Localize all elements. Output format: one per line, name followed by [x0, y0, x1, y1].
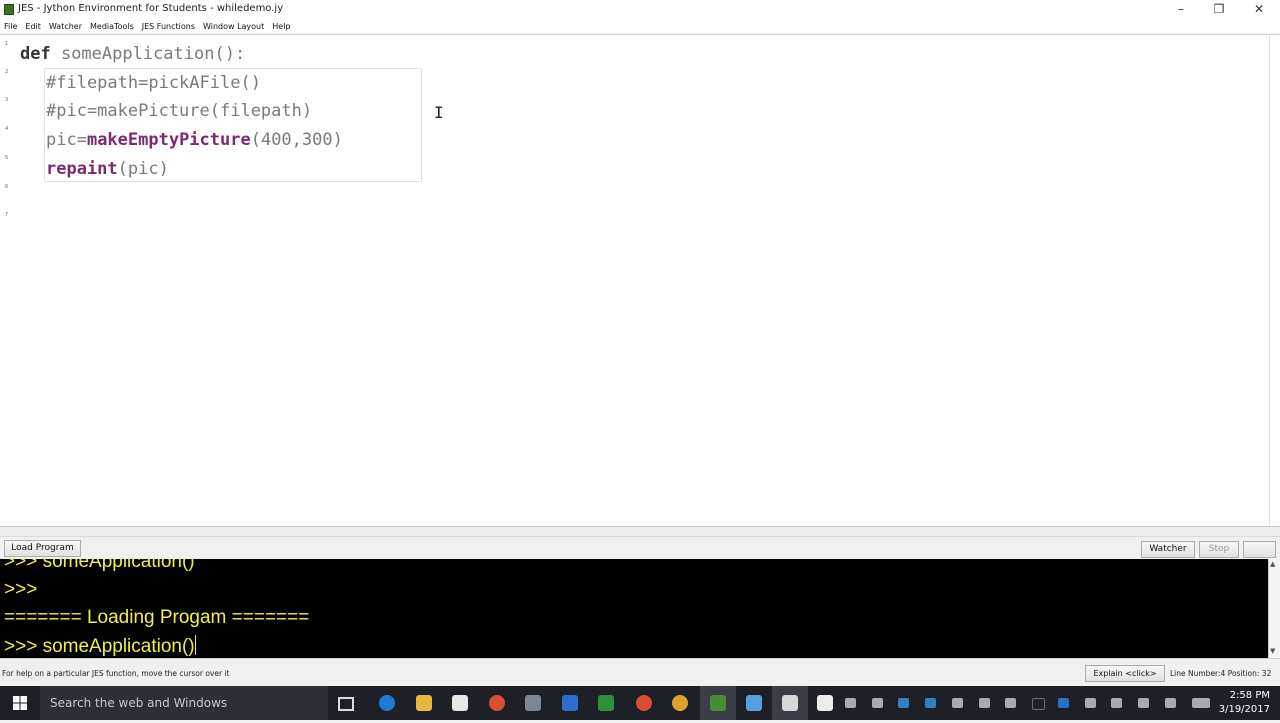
console-line: ======= Loading Progam ======= [4, 607, 310, 628]
jes-taskbar-icon[interactable] [710, 695, 726, 711]
line-number: 1 [5, 41, 9, 47]
taskbar-search-box[interactable]: Search the web and Windows [40, 686, 328, 720]
code-line-5: repaint(pic) [46, 159, 169, 179]
console-prompt-line[interactable]: >>> someApplication() [4, 635, 196, 658]
call-arguments: (pic) [117, 159, 169, 179]
line-number: 6 [5, 184, 9, 190]
line-number: 3 [5, 97, 9, 103]
clock-time[interactable]: 2:58 PM [1222, 690, 1270, 701]
wifi-tray-icon[interactable] [872, 698, 883, 708]
command-console[interactable]: >>> someApplication() >>> ======= Loadin… [0, 559, 1268, 658]
restore-button[interactable]: ❐ [1200, 0, 1238, 20]
line-number-gutter: 1 2 3 4 5 6 7 [1, 35, 15, 525]
dropbox-tray-icon[interactable] [1058, 698, 1069, 708]
code-editor[interactable]: 1 2 3 4 5 6 7 def someApplication(): #fi… [0, 34, 1280, 527]
line-number: 4 [5, 126, 9, 132]
menu-file[interactable]: File [0, 22, 21, 31]
file-explorer-icon[interactable] [416, 695, 432, 711]
menu-bar: File Edit Watcher MediaTools JES Functio… [0, 20, 1280, 33]
menu-watcher[interactable]: Watcher [45, 22, 86, 31]
chrome-profile-icon[interactable] [636, 695, 652, 711]
close-button[interactable]: ✕ [1240, 0, 1278, 20]
menu-mediatools[interactable]: MediaTools [86, 22, 138, 31]
windows-logo-icon [13, 696, 27, 710]
assignment-text: pic= [46, 130, 87, 150]
tray-icon[interactable] [979, 698, 990, 708]
window-title: JES - Jython Environment for Students - … [18, 3, 284, 14]
console-input[interactable]: >>> someApplication() [4, 636, 195, 657]
menu-jes-functions[interactable]: JES Functions [138, 22, 199, 31]
snipping-tool-icon[interactable] [525, 695, 541, 711]
line-number: 2 [5, 69, 9, 75]
explain-button[interactable]: Explain <click> [1085, 665, 1165, 682]
function-signature: someApplication(): [50, 44, 246, 64]
editor-scrollbar[interactable] [1269, 35, 1280, 526]
keyboard-icon[interactable] [1192, 698, 1210, 708]
store-icon[interactable] [452, 695, 468, 711]
console-line: >>> [4, 579, 38, 600]
stop-button[interactable]: Stop [1199, 541, 1239, 558]
start-button[interactable] [0, 686, 40, 720]
load-program-button[interactable]: Load Program [4, 540, 81, 557]
minimize-button[interactable]: – [1162, 0, 1200, 20]
battery-icon[interactable] [1138, 698, 1149, 708]
text-caret [194, 635, 196, 655]
app-tray-icon[interactable] [898, 698, 909, 708]
code-line-2: #filepath=pickAFile() [46, 73, 261, 93]
menu-edit[interactable]: Edit [21, 22, 45, 31]
action-center-icon[interactable] [1165, 698, 1176, 708]
app-window-icon[interactable] [817, 695, 833, 711]
tray-icon[interactable] [952, 698, 963, 708]
line-number: 7 [5, 212, 9, 218]
status-bar: For help on a particular JES function, m… [0, 658, 1280, 686]
scroll-down-icon[interactable]: ▼ [1270, 647, 1275, 655]
tray-icon[interactable] [1005, 698, 1016, 708]
code-line-4: pic=makeEmptyPicture(400,300) [46, 130, 343, 150]
def-keyword: def [20, 44, 51, 64]
watcher-button[interactable]: Watcher [1141, 541, 1195, 558]
command-button-row: Load Program Watcher Stop [0, 537, 1280, 559]
code-line-3: #pic=makePicture(filepath) [46, 101, 313, 121]
title-bar: JES - Jython Environment for Students - … [0, 0, 1280, 20]
network-icon[interactable] [1085, 698, 1096, 708]
edge-browser-icon[interactable] [379, 695, 395, 711]
code-line-1: def someApplication(): [20, 44, 245, 64]
console-line: >>> someApplication() [4, 559, 195, 572]
text-cursor-icon: I [434, 103, 444, 122]
search-placeholder: Search the web and Windows [50, 696, 228, 710]
task-view-icon[interactable] [338, 697, 354, 711]
pane-splitter[interactable] [0, 527, 1280, 537]
cursor-position: Line Number:4 Position: 32 [1170, 669, 1272, 678]
outlook-icon[interactable] [746, 695, 762, 711]
onedrive-icon[interactable] [845, 698, 856, 708]
clock-date[interactable]: 3/19/2017 [1218, 704, 1270, 715]
tray-icon[interactable] [1032, 698, 1045, 710]
jes-app-icon [4, 4, 14, 15]
word-icon[interactable] [562, 695, 578, 711]
line-number: 5 [5, 155, 9, 161]
excel-icon[interactable] [598, 695, 614, 711]
console-scrollbar[interactable]: ▲ ▼ [1268, 559, 1280, 658]
chrome-icon[interactable] [489, 695, 505, 711]
screen-recorder-icon[interactable] [782, 695, 798, 711]
chrome-canary-icon[interactable] [672, 695, 688, 711]
sync-tray-icon[interactable] [925, 698, 936, 708]
windows-taskbar: Search the web and Windows 2:58 PM 3/19/… [0, 686, 1280, 720]
menu-help[interactable]: Help [268, 22, 294, 31]
volume-icon[interactable] [1111, 698, 1122, 708]
help-hint: For help on a particular JES function, m… [2, 669, 230, 678]
make-empty-picture-function[interactable]: makeEmptyPicture [87, 130, 251, 150]
call-arguments: (400,300) [250, 130, 343, 150]
blank-button[interactable] [1243, 541, 1276, 558]
scroll-up-icon[interactable]: ▲ [1270, 560, 1275, 568]
repaint-function[interactable]: repaint [46, 159, 118, 179]
menu-window-layout[interactable]: Window Layout [199, 22, 268, 31]
